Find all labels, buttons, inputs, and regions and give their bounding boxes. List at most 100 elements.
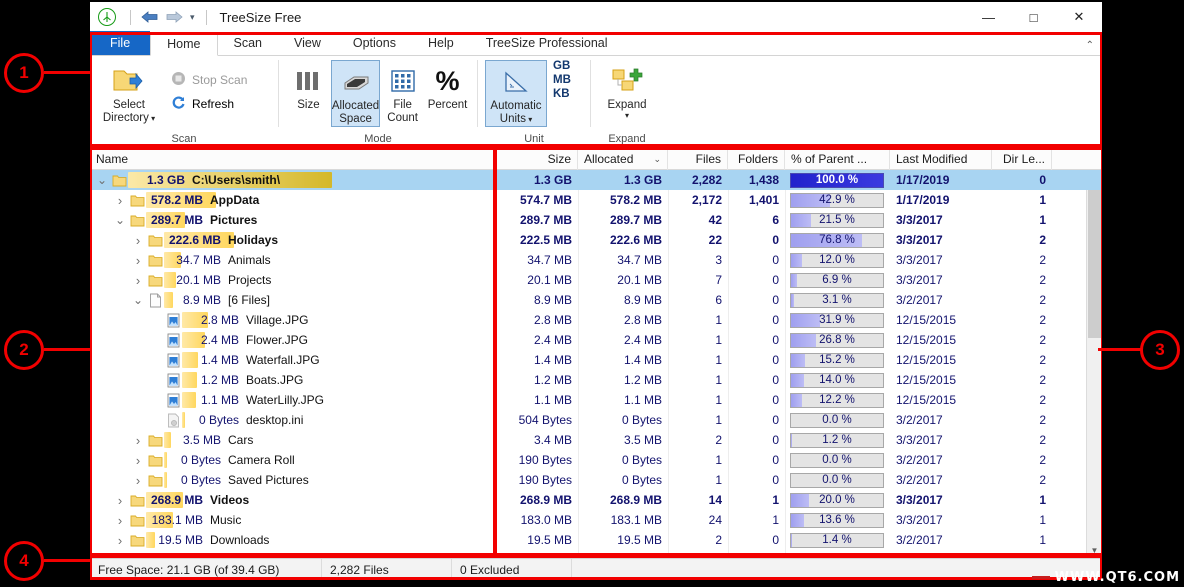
forward-arrow-icon[interactable] [162, 7, 186, 27]
cell-size: 190 Bytes [518, 473, 572, 487]
minimize-button[interactable]: — [966, 2, 1011, 32]
twisty-collapsed-icon[interactable]: › [130, 273, 146, 288]
table-row-data[interactable]: 3.4 MB 3.5 MB 2 0 1.2 % 3/3/2017 2 [495, 430, 1102, 450]
unit-option-kb[interactable]: KB [553, 88, 571, 100]
table-row-data[interactable]: 190 Bytes 0 Bytes 1 0 0.0 % 3/2/2017 2 [495, 450, 1102, 470]
table-row-data[interactable]: 2.4 MB 2.4 MB 1 0 26.8 % 12/15/2015 2 [495, 330, 1102, 350]
expand-button[interactable]: Expand ▾ [598, 60, 656, 120]
twisty-collapsed-icon[interactable]: › [130, 233, 146, 248]
tab-scan[interactable]: Scan [218, 31, 279, 55]
annotation-line-1 [44, 71, 92, 74]
table-row[interactable]: › 0 Bytes Camera Roll [90, 450, 495, 470]
table-row[interactable]: › 183.1 MB Music [90, 510, 495, 530]
twisty-collapsed-icon[interactable]: › [130, 253, 146, 268]
table-row-data[interactable]: 504 Bytes 0 Bytes 1 0 0.0 % 3/2/2017 2 [495, 410, 1102, 430]
table-row[interactable]: › 19.5 MB Downloads [90, 530, 495, 550]
table-row[interactable]: › 20.1 MB Projects [90, 270, 495, 290]
table-row-data[interactable]: 34.7 MB 34.7 MB 3 0 12.0 % 3/3/2017 2 [495, 250, 1102, 270]
close-button[interactable]: ✕ [1056, 2, 1102, 32]
twisty-collapsed-icon[interactable]: › [112, 193, 128, 208]
table-row[interactable]: › 222.6 MB Holidays [90, 230, 495, 250]
tab-home[interactable]: Home [150, 32, 218, 56]
table-row-data[interactable]: 1.1 MB 1.1 MB 1 0 12.2 % 12/15/2015 2 [495, 390, 1102, 410]
table-row[interactable]: ⌄ 1.3 GB C:\Users\smith\ [90, 170, 495, 190]
cell-percent-of-parent: 1.4 % [785, 532, 890, 548]
twisty-collapsed-icon[interactable]: › [112, 513, 128, 528]
table-row[interactable]: › 268.9 MB Videos [90, 490, 495, 510]
twisty-collapsed-icon[interactable]: › [112, 533, 128, 548]
mode-percent-button[interactable]: % Percent [425, 60, 470, 112]
table-row[interactable]: 1.4 MB Waterfall.JPG [90, 350, 495, 370]
cell-dir-level: 2 [1039, 393, 1046, 407]
table-row-data[interactable]: 289.7 MB 289.7 MB 42 6 21.5 % 3/3/2017 1 [495, 210, 1102, 230]
table-row-data[interactable]: 268.9 MB 268.9 MB 14 1 20.0 % 3/3/2017 1 [495, 490, 1102, 510]
tab-treesize-professional[interactable]: TreeSize Professional [470, 31, 624, 55]
table-row[interactable]: 1.2 MB Boats.JPG [90, 370, 495, 390]
twisty-expanded-icon[interactable]: ⌄ [94, 173, 110, 187]
percent-bar-fill [791, 433, 792, 447]
stop-scan-button[interactable]: Stop Scan [167, 68, 251, 92]
column-header-last-modified[interactable]: Last Modified [890, 148, 992, 170]
refresh-button[interactable]: Refresh [167, 92, 251, 116]
table-row-data[interactable]: 190 Bytes 0 Bytes 1 0 0.0 % 3/2/2017 2 [495, 470, 1102, 490]
cell-last-modified: 3/3/2017 [896, 253, 943, 267]
table-row[interactable]: › 3.5 MB Cars [90, 430, 495, 450]
table-row[interactable]: › 34.7 MB Animals [90, 250, 495, 270]
unit-option-mb[interactable]: MB [553, 74, 571, 86]
table-row-data[interactable]: 222.5 MB 222.6 MB 22 0 76.8 % 3/3/2017 2 [495, 230, 1102, 250]
mode-allocated-space-button[interactable]: Allocated Space [330, 60, 381, 127]
table-row-data[interactable]: 1.2 MB 1.2 MB 1 0 14.0 % 12/15/2015 2 [495, 370, 1102, 390]
tab-options[interactable]: Options [337, 31, 412, 55]
column-header-files[interactable]: Files [668, 148, 728, 170]
table-row-data[interactable]: 574.7 MB 578.2 MB 2,172 1,401 42.9 % 1/17/201… [495, 190, 1102, 210]
table-row[interactable]: 1.1 MB WaterLilly.JPG [90, 390, 495, 410]
column-header-dir-level[interactable]: Dir Le... [992, 148, 1052, 170]
status-excluded: 0 Excluded [452, 558, 572, 580]
stop-circle-icon [171, 71, 186, 89]
table-row[interactable]: 2.4 MB Flower.JPG [90, 330, 495, 350]
maximize-button[interactable]: □ [1011, 2, 1056, 32]
mode-size-button[interactable]: Size [286, 60, 331, 112]
row-size-label: 8.9 MB [182, 293, 221, 307]
cell-allocated: 2.4 MB [623, 333, 662, 347]
column-header-allocated[interactable]: Allocated ⌄ [578, 148, 668, 170]
select-directory-button[interactable]: Select Directory ▾ [97, 60, 161, 125]
twisty-collapsed-icon[interactable]: › [112, 493, 128, 508]
column-header-name[interactable]: Name [90, 148, 495, 170]
percent-bar: 0.0 % [790, 452, 884, 468]
table-row-data[interactable]: 8.9 MB 8.9 MB 6 0 3.1 % 3/2/2017 2 [495, 290, 1102, 310]
mode-file-count-button[interactable]: File Count [380, 60, 425, 125]
table-row-data[interactable]: 2.8 MB 2.8 MB 1 0 31.9 % 12/15/2015 2 [495, 310, 1102, 330]
table-row-data[interactable]: 1.3 GB 1.3 GB 2,282 1,438 100.0 % 1/17/2019 0 [495, 170, 1102, 190]
table-row-data[interactable]: 1.4 MB 1.4 MB 1 0 15.2 % 12/15/2015 2 [495, 350, 1102, 370]
table-row-data[interactable]: 19.5 MB 19.5 MB 2 0 1.4 % 3/2/2017 1 [495, 530, 1102, 550]
twisty-expanded-icon[interactable]: ⌄ [112, 213, 128, 227]
row-name-label: Village.JPG [246, 313, 309, 327]
table-row-data[interactable]: 183.0 MB 183.1 MB 24 1 13.6 % 3/3/2017 1 [495, 510, 1102, 530]
percent-bar-label: 20.0 % [819, 494, 855, 506]
table-row[interactable]: › 0 Bytes Saved Pictures [90, 470, 495, 490]
unit-option-gb[interactable]: GB [553, 60, 571, 72]
twisty-collapsed-icon[interactable]: › [130, 433, 146, 448]
back-arrow-icon[interactable] [138, 7, 162, 27]
twisty-collapsed-icon[interactable]: › [130, 473, 146, 488]
table-row[interactable]: 0 Bytes desktop.ini [90, 410, 495, 430]
twisty-expanded-icon[interactable]: ⌄ [130, 293, 146, 307]
column-header-folders[interactable]: Folders [728, 148, 785, 170]
column-header-percent-of-parent[interactable]: % of Parent ... [785, 148, 890, 170]
percent-bar-fill [791, 373, 804, 387]
table-row-data[interactable]: 20.1 MB 20.1 MB 7 0 6.9 % 3/3/2017 2 [495, 270, 1102, 290]
quick-access-dropdown-icon[interactable]: ▾ [190, 12, 195, 23]
table-row[interactable]: ⌄ 289.7 MB Pictures [90, 210, 495, 230]
tab-file[interactable]: File [90, 31, 151, 55]
column-header-size[interactable]: Size [495, 148, 578, 170]
twisty-collapsed-icon[interactable]: › [130, 453, 146, 468]
tab-help[interactable]: Help [412, 31, 470, 55]
collapse-ribbon-icon[interactable]: ⌃ [1086, 40, 1094, 51]
cell-files: 2 [715, 533, 722, 547]
tab-view[interactable]: View [278, 31, 337, 55]
table-row[interactable]: 2.8 MB Village.JPG [90, 310, 495, 330]
automatic-units-button[interactable]: Automatic Units ▾ [485, 60, 547, 127]
table-row[interactable]: ⌄ 8.9 MB [6 Files] [90, 290, 495, 310]
table-row[interactable]: › 578.2 MB AppData [90, 190, 495, 210]
